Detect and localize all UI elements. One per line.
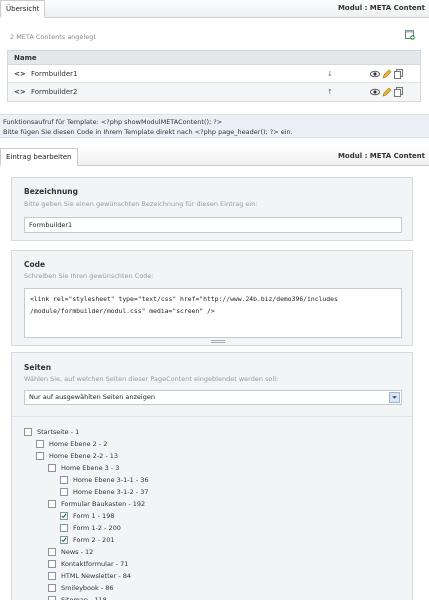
edit-tabbar: Eintrag bearbeiten Modul : META Content: [0, 148, 429, 166]
seiten-hint: Wählen Sie, auf welchen Seiten dieser Pa…: [24, 375, 279, 383]
checkbox[interactable]: [48, 464, 56, 472]
tree-item-label: Smileybook - 86: [61, 584, 114, 592]
checkbox[interactable]: [36, 452, 44, 460]
move-up-icon[interactable]: ↑: [327, 83, 333, 101]
code-title: Code: [24, 260, 46, 269]
view-icon[interactable]: [370, 87, 380, 97]
code-textarea[interactable]: <link rel="stylesheet" type="text/css" h…: [24, 288, 402, 338]
move-down-icon[interactable]: ↓: [327, 65, 333, 83]
seiten-panel: Seiten Wählen Sie, auf welchen Seiten di…: [11, 352, 413, 600]
row-name: Formbuilder1: [31, 70, 78, 78]
checkbox[interactable]: [60, 524, 68, 532]
tree-item-label: Sitemap - 118: [61, 596, 107, 600]
checkbox-checked[interactable]: [60, 512, 68, 520]
bezeichnung-input[interactable]: Formbuilder1: [24, 217, 402, 233]
view-icon[interactable]: [370, 69, 380, 79]
function-call-line: Funktionsaufruf für Template: <?php show…: [3, 118, 223, 126]
table-row[interactable]: <> Formbuilder1 ↓: [8, 65, 420, 83]
add-entry-icon[interactable]: [405, 30, 415, 40]
tree-item-label: Form 1 - 198: [73, 512, 115, 520]
bezeichnung-title: Bezeichnung: [24, 187, 78, 196]
code-line: <link rel="stylesheet" type="text/css" h…: [30, 295, 338, 303]
tree-item-label: Home Ebene 3-1-2 - 37: [73, 488, 149, 496]
tree-item-label: Formular Baukasten - 192: [61, 500, 146, 508]
code-panel: Code Schreiben Sie Ihren gewünschten Cod…: [11, 250, 413, 346]
page-visibility-select[interactable]: Nur auf ausgewählten Seiten anzeigen: [24, 390, 402, 405]
tree-item-label: News - 12: [61, 548, 94, 556]
edit-pencil-icon[interactable]: [382, 87, 392, 97]
checkbox[interactable]: [48, 560, 56, 568]
module-label: Modul : META Content: [337, 4, 425, 12]
checkbox[interactable]: [48, 500, 56, 508]
checkbox[interactable]: [36, 440, 44, 448]
overview-tabbar: Übersicht Modul : META Content: [0, 0, 429, 18]
code-line: /module/formbuilder/modul.css" media="sc…: [30, 307, 215, 315]
checkbox[interactable]: [24, 428, 32, 436]
tab-edit-entry[interactable]: Eintrag bearbeiten: [0, 148, 78, 166]
entry-count: 2 META Contents angelegt: [10, 33, 96, 41]
resize-grip[interactable]: [211, 340, 225, 343]
tree-item-label: Home Ebene 3-1-1 - 36: [73, 476, 149, 484]
code-icon: <>: [14, 88, 26, 96]
checkbox[interactable]: [48, 584, 56, 592]
bezeichnung-hint: Bitte geben Sie einen gewünschten Bezeic…: [24, 200, 258, 208]
checkbox-checked[interactable]: [60, 536, 68, 544]
tree-item-label: Home Ebene 2-2 - 13: [49, 452, 119, 460]
meta-content-table: Name <> Formbuilder1 ↓ <> Formbuilder2 ↑: [7, 50, 421, 102]
checkbox[interactable]: [60, 488, 68, 496]
tree-item-label: Home Ebene 3 - 3: [61, 464, 120, 472]
tree-item-label: Kontaktformular - 71: [61, 560, 129, 568]
edit-pencil-icon[interactable]: [382, 69, 392, 79]
select-value: Nur auf ausgewählten Seiten anzeigen: [29, 393, 155, 401]
checkbox[interactable]: [48, 596, 56, 600]
copy-icon[interactable]: [394, 87, 404, 97]
tree-item-label: HTML Newsletter - 84: [61, 572, 132, 580]
divider: [12, 416, 412, 417]
code-hint: Schreiben Sie Ihren gewünschten Code:: [24, 272, 154, 280]
checkbox[interactable]: [60, 476, 68, 484]
seiten-title: Seiten: [24, 363, 52, 372]
module-label: Modul : META Content: [337, 152, 425, 160]
row-name: Formbuilder2: [31, 88, 78, 96]
chevron-down-icon[interactable]: [389, 392, 400, 403]
tree-item-label: Form 1-2 - 200: [73, 524, 121, 532]
tab-overview[interactable]: Übersicht: [0, 0, 46, 18]
code-icon: <>: [14, 70, 26, 78]
function-call-hint: Bitte fügen Sie diesen Code in Ihrem Tem…: [3, 128, 293, 136]
bezeichnung-panel: Bezeichnung Bitte geben Sie einen gewüns…: [11, 177, 413, 241]
function-call-info: Funktionsaufruf für Template: <?php show…: [0, 114, 429, 138]
column-header-name: Name: [8, 51, 420, 65]
tree-item-label: Form 2 - 201: [73, 536, 115, 544]
checkbox[interactable]: [48, 572, 56, 580]
copy-icon[interactable]: [394, 69, 404, 79]
table-row[interactable]: <> Formbuilder2 ↑: [8, 83, 420, 101]
tree-item-label: Startseite - 1: [37, 428, 80, 436]
checkbox[interactable]: [48, 548, 56, 556]
tree-item-label: Home Ebene 2 - 2: [49, 440, 108, 448]
